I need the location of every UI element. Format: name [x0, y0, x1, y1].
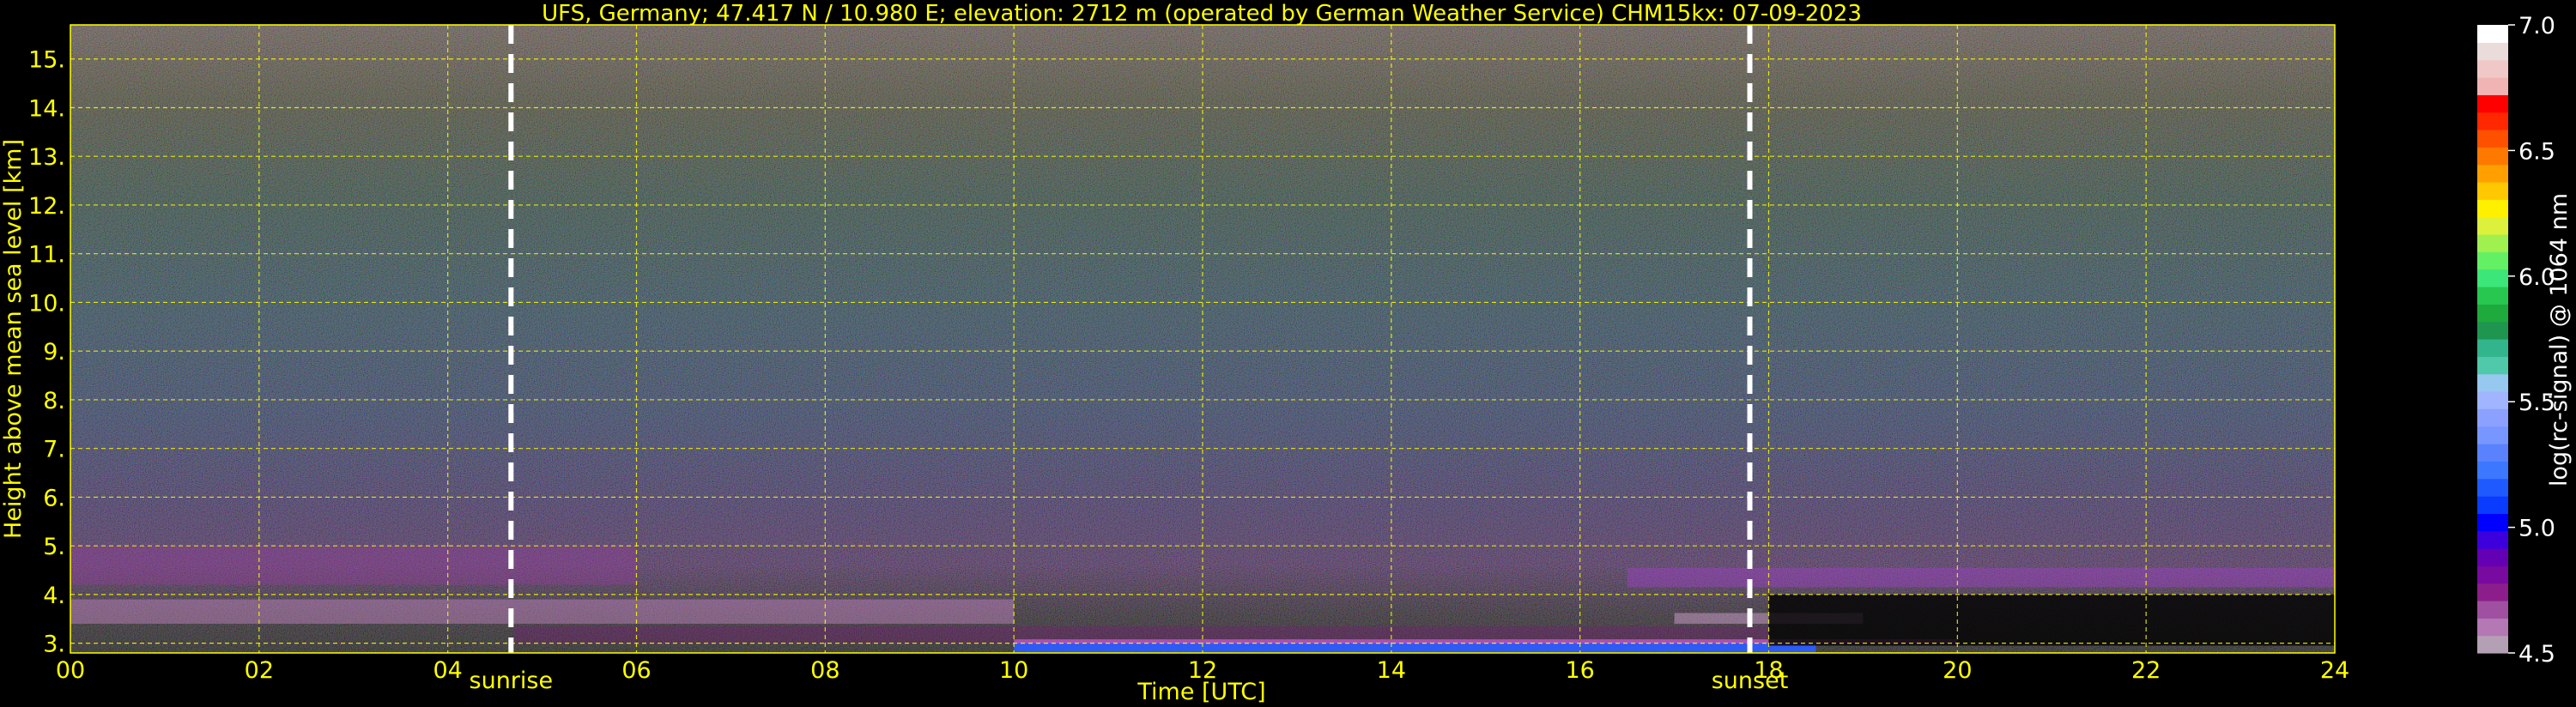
colorbar-tick-label: 5.0	[2518, 516, 2555, 542]
aerosol-layer-1	[70, 599, 1015, 624]
x-tick-label: 04	[433, 657, 462, 684]
x-tick-label: 06	[621, 657, 651, 684]
colorbar-segment	[2477, 164, 2508, 183]
colorbar-segment	[2477, 339, 2508, 357]
aerosol-layer-0	[70, 546, 637, 585]
colorbar-segment	[2477, 444, 2508, 462]
y-tick-label: 13.	[28, 144, 65, 171]
x-tick-label: 08	[810, 657, 839, 684]
colorbar-segment	[2477, 199, 2508, 218]
plot-area: sunrise sunset	[70, 24, 2336, 694]
aerosol-layer-5	[1627, 567, 2335, 588]
aerosol-layer-7	[1768, 594, 2335, 646]
colorbar-segment	[2477, 77, 2508, 95]
colorbar-segment	[2477, 147, 2508, 166]
x-tick-label: 02	[245, 657, 274, 684]
x-tick-label: 16	[1565, 657, 1594, 684]
y-tick-label: 12.	[28, 193, 65, 220]
colorbar-segment	[2477, 496, 2508, 514]
colorbar-segment	[2477, 321, 2508, 340]
colorbar-segment	[2477, 635, 2508, 654]
colorbar-tick-label: 4.5	[2518, 641, 2555, 668]
colorbar-segment	[2477, 42, 2508, 61]
colorbar-segment	[2477, 269, 2508, 287]
colorbar-segment	[2477, 182, 2508, 200]
y-tick-label: 5.	[43, 534, 65, 560]
colorbar-segment	[2477, 216, 2508, 235]
y-tick-label: 15.	[28, 47, 65, 74]
y-tick-label: 6.	[43, 485, 65, 511]
colorbar-segment	[2477, 130, 2508, 148]
colorbar-segment	[2477, 356, 2508, 375]
chart-title: UFS, Germany; 47.417 N / 10.980 E; eleva…	[542, 1, 1862, 27]
colorbar-segment	[2477, 251, 2508, 270]
y-tick-label: 14.	[28, 95, 65, 122]
colorbar-segment	[2477, 304, 2508, 323]
x-tick-label: 14	[1377, 657, 1406, 684]
colorbar-segment	[2477, 548, 2508, 566]
x-tick-label: 00	[56, 657, 85, 684]
colorbar-segment	[2477, 373, 2508, 392]
x-tick-label: 18	[1754, 657, 1783, 684]
colorbar-segment	[2477, 25, 2508, 43]
colorbar-segment	[2477, 287, 2508, 305]
colorbar-segment	[2477, 478, 2508, 497]
colorbar-label: log(rc-signal) @ 1064 nm	[2546, 193, 2573, 486]
y-tick-label: 9.	[43, 339, 65, 366]
x-tick-label: 24	[2320, 657, 2349, 684]
colorbar-segment	[2477, 234, 2508, 252]
colorbar-segment	[2477, 583, 2508, 601]
x-axis-label: Time [UTC]	[1136, 679, 1265, 705]
colorbar: 4.55.05.56.06.57.0	[2477, 13, 2555, 668]
y-tick-label: 7.	[43, 437, 65, 463]
y-tick-label: 4.	[43, 583, 65, 609]
x-tick-label: 10	[999, 657, 1028, 684]
colorbar-segment	[2477, 513, 2508, 532]
y-axis-label: Height above mean sea level [km]	[0, 139, 27, 539]
colorbar-segment	[2477, 391, 2508, 409]
colorbar-segment	[2477, 426, 2508, 444]
colorbar-segment	[2477, 408, 2508, 427]
colorbar-segment	[2477, 461, 2508, 480]
colorbar-tick-label: 7.0	[2518, 13, 2555, 39]
y-tick-label: 11.	[28, 242, 65, 269]
colorbar-segment	[2477, 94, 2508, 113]
colorbar-segment	[2477, 601, 2508, 619]
y-axis-ticks: 3. 4. 5. 6. 7. 8. 9. 10. 11. 12. 13. 14. 15.	[28, 47, 65, 658]
x-tick-label: 22	[2131, 657, 2161, 684]
x-tick-label: 20	[1943, 657, 1972, 684]
y-tick-label: 3.	[43, 631, 65, 658]
colorbar-segment	[2477, 59, 2508, 78]
colorbar-segment	[2477, 565, 2508, 584]
ceilometer-chart: sunrise sunset 00 02 04 06 08 10 12 14 16 18 20 22 24…	[0, 1, 2573, 705]
sunrise-label: sunrise	[470, 668, 554, 694]
colorbar-tick-label: 6.5	[2518, 138, 2555, 165]
y-tick-label: 8.	[43, 388, 65, 414]
colorbar-segment	[2477, 618, 2508, 637]
colorbar-segment	[2477, 112, 2508, 130]
colorbar-segment	[2477, 530, 2508, 549]
y-tick-label: 10.	[28, 290, 65, 317]
